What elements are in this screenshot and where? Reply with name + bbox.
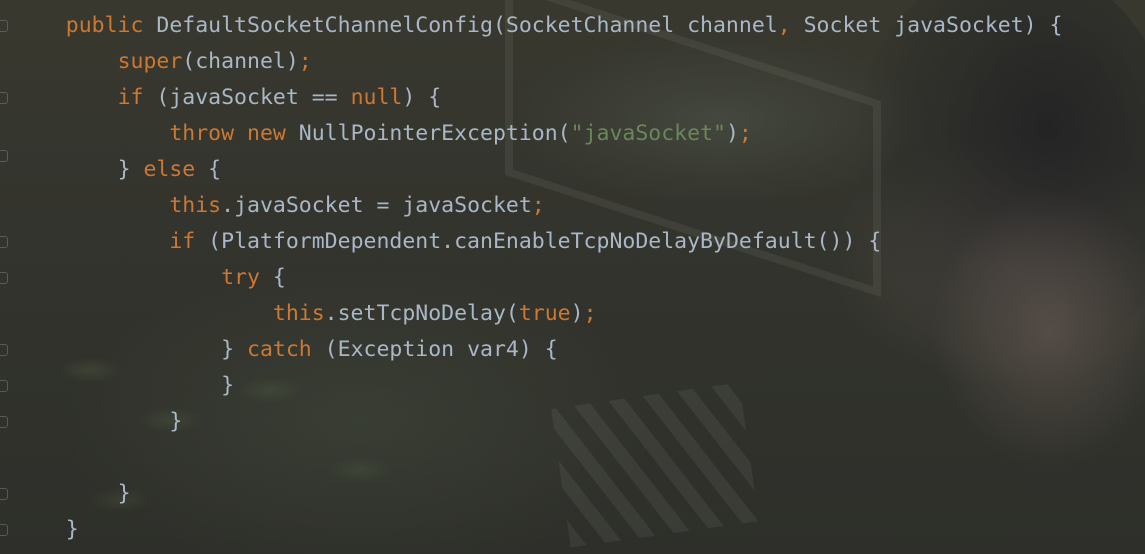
fold-marker-icon[interactable]: [0, 92, 8, 104]
code-string: "javaSocket": [570, 121, 726, 146]
code-text: (Exception var4) {: [311, 337, 558, 362]
code-text: ): [725, 121, 739, 146]
code-line[interactable]: public DefaultSocketChannelConfig(Socket…: [14, 8, 1145, 44]
fold-marker-icon[interactable]: [0, 524, 8, 536]
code-keyword: this: [169, 193, 222, 218]
code-lines[interactable]: public DefaultSocketChannelConfig(Socket…: [14, 8, 1145, 548]
fold-marker-icon[interactable]: [0, 150, 8, 162]
code-keyword: else: [143, 157, 196, 182]
code-editor[interactable]: public DefaultSocketChannelConfig(Socket…: [0, 0, 1145, 554]
fold-marker-icon[interactable]: [0, 236, 8, 248]
code-keyword: if: [169, 229, 196, 254]
code-line[interactable]: if (javaSocket == null) {: [14, 80, 1145, 116]
code-text: ): [570, 301, 584, 326]
code-keyword: if: [117, 85, 144, 110]
code-keyword: public: [65, 13, 144, 38]
fold-marker-icon[interactable]: [0, 416, 8, 428]
code-text: }: [221, 337, 247, 362]
code-line[interactable]: } else {: [14, 152, 1145, 188]
code-line[interactable]: }: [14, 512, 1145, 548]
fold-marker-icon[interactable]: [0, 488, 8, 500]
code-text: (PlatformDependent.canEnableTcpNoDelayBy…: [195, 229, 882, 254]
code-keyword: true: [518, 301, 571, 326]
code-line[interactable]: if (PlatformDependent.canEnableTcpNoDela…: [14, 224, 1145, 260]
code-keyword: null: [350, 85, 403, 110]
code-keyword: this: [272, 301, 325, 326]
fold-marker-icon[interactable]: [0, 20, 8, 32]
code-line[interactable]: [14, 440, 1145, 476]
code-text: {: [195, 157, 222, 182]
code-text: }: [65, 517, 79, 542]
code-text: Socket javaSocket) {: [790, 13, 1063, 38]
code-text: (channel): [182, 49, 299, 74]
code-keyword: super: [117, 49, 183, 74]
code-keyword: catch: [247, 337, 312, 362]
code-text: }: [117, 481, 131, 506]
code-line[interactable]: throw new NullPointerException("javaSock…: [14, 116, 1145, 152]
code-text: }: [169, 409, 183, 434]
code-text: {: [259, 265, 286, 290]
code-punctuation: ;: [298, 49, 312, 74]
code-punctuation: ;: [531, 193, 545, 218]
code-keyword: try: [221, 265, 260, 290]
code-text: NullPointerException(: [285, 121, 571, 146]
code-punctuation: ,: [777, 13, 791, 38]
fold-marker-icon[interactable]: [0, 380, 8, 392]
code-line[interactable]: this.setTcpNoDelay(true);: [14, 296, 1145, 332]
code-punctuation: ;: [738, 121, 752, 146]
code-line[interactable]: try {: [14, 260, 1145, 296]
fold-marker-icon[interactable]: [0, 272, 8, 284]
editor-gutter[interactable]: [0, 0, 14, 554]
code-punctuation: ;: [583, 301, 597, 326]
code-line[interactable]: super(channel);: [14, 44, 1145, 80]
code-text: }: [221, 373, 235, 398]
fold-marker-icon[interactable]: [0, 344, 8, 356]
code-text: (javaSocket ==: [143, 85, 351, 110]
code-text: DefaultSocketChannelConfig(SocketChannel…: [143, 13, 778, 38]
code-line[interactable]: }: [14, 368, 1145, 404]
code-line[interactable]: }: [14, 476, 1145, 512]
code-line[interactable]: this.javaSocket = javaSocket;: [14, 188, 1145, 224]
code-line[interactable]: } catch (Exception var4) {: [14, 332, 1145, 368]
code-line[interactable]: }: [14, 404, 1145, 440]
code-text: .setTcpNoDelay(: [324, 301, 519, 326]
code-text: ) {: [402, 85, 442, 110]
code-text: }: [117, 157, 144, 182]
code-keyword: throw new: [169, 121, 286, 146]
code-text: .javaSocket = javaSocket: [221, 193, 532, 218]
